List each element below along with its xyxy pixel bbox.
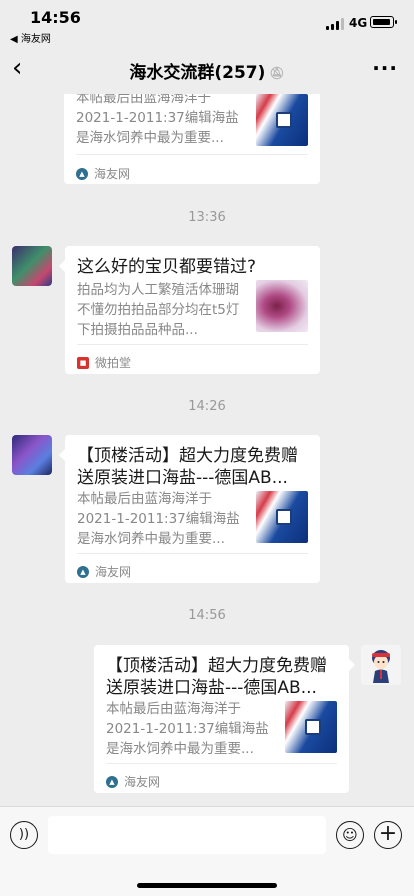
time-stamp: 13:36: [188, 210, 226, 225]
haiyou-logo-icon: ▲: [76, 167, 88, 180]
my-avatar[interactable]: [361, 645, 401, 685]
card-description: 拍品均为人工繁殖活体珊瑚不懂勿拍拍品部分均在t5灯下拍摄拍品品种品...: [77, 282, 240, 338]
card-title: 【顶楼活动】超大力度免费赠送原装进口海盐---德国AB...: [77, 446, 298, 488]
card-divider: [76, 154, 308, 155]
card-thumbnail: [256, 280, 308, 332]
haiyou-logo-icon: ▲: [106, 775, 118, 788]
link-card[interactable]: 【顶楼活动】超大力度免费赠送原装进口海盐---德国AB... 本帖最后由蓝海海洋…: [94, 645, 349, 793]
card-source-name: 海友网: [95, 565, 132, 579]
weipaitang-logo-icon: ■: [77, 356, 89, 369]
cartoon-avatar-icon: [361, 645, 401, 685]
card-divider: [106, 763, 337, 764]
card-thumbnail: [285, 701, 337, 753]
battery-icon: [370, 16, 397, 28]
back-to-app-link[interactable]: ◀ 海友网: [10, 30, 51, 45]
card-divider: [77, 553, 308, 554]
sender-avatar[interactable]: [12, 246, 52, 286]
haiyou-logo-icon: ▲: [77, 565, 89, 578]
plus-icon[interactable]: +: [374, 821, 402, 849]
more-icon[interactable]: ···: [372, 56, 398, 80]
link-card[interactable]: 这么好的宝贝都要错过? 拍品均为人工繁殖活体珊瑚不懂勿拍拍品部分均在t5灯下拍摄…: [65, 246, 320, 374]
card-divider: [77, 344, 308, 345]
card-description: 本帖最后由蓝海海洋于2021-1-2011:37编辑海盐是海水饲养中最为重要..…: [106, 701, 269, 757]
status-time: 14:56: [30, 8, 81, 27]
signal-icon: [326, 18, 344, 30]
card-source-name: 微拍堂: [95, 356, 132, 370]
chat-title: 海水交流群(257): [129, 63, 266, 83]
network-type: 4G: [349, 16, 368, 30]
card-title: 这么好的宝贝都要错过?: [77, 257, 257, 277]
card-source-name: 海友网: [94, 167, 131, 181]
bubble-tail: [349, 659, 355, 671]
message-list[interactable]: 本帖最后由蓝海海洋于2021-1-2011:37编辑海盐是海水饲养中最为重要..…: [0, 94, 414, 806]
link-card[interactable]: 本帖最后由蓝海海洋于2021-1-2011:37编辑海盐是海水饲养中最为重要..…: [64, 94, 320, 184]
chat-header: ‹ 海水交流群(257) 🔕︎ ···: [0, 46, 414, 94]
card-thumbnail: [256, 491, 308, 543]
voice-icon[interactable]: )): [10, 821, 38, 849]
card-source: ▲ 海友网: [106, 773, 160, 790]
message-input[interactable]: [48, 816, 326, 854]
time-stamp: 14:26: [188, 399, 226, 414]
card-source: ■ 微拍堂: [77, 354, 131, 371]
card-source: ▲ 海友网: [76, 165, 130, 182]
card-description: 本帖最后由蓝海海洋于2021-1-2011:37编辑海盐是海水饲养中最为重要..…: [77, 491, 240, 547]
card-description: 本帖最后由蓝海海洋于2021-1-2011:37编辑海盐是海水饲养中最为重要..…: [76, 94, 239, 146]
card-title: 【顶楼活动】超大力度免费赠送原装进口海盐---德国AB...: [106, 656, 327, 698]
link-card[interactable]: 【顶楼活动】超大力度免费赠送原装进口海盐---德国AB... 本帖最后由蓝海海洋…: [65, 435, 320, 583]
card-source: ▲ 海友网: [77, 563, 131, 580]
home-indicator[interactable]: [137, 883, 277, 888]
bell-off-icon: 🔕︎: [269, 66, 285, 80]
time-stamp: 14:56: [188, 608, 226, 623]
status-bar: 14:56 ◀ 海友网 4G: [0, 0, 414, 46]
chat-title-wrap: 海水交流群(257) 🔕︎: [0, 58, 414, 83]
card-source-name: 海友网: [124, 775, 161, 789]
chat-input-bar: )) ☺ +: [0, 806, 414, 896]
emoji-icon[interactable]: ☺: [336, 821, 364, 849]
card-thumbnail: [256, 94, 308, 146]
sender-avatar[interactable]: [12, 435, 52, 475]
